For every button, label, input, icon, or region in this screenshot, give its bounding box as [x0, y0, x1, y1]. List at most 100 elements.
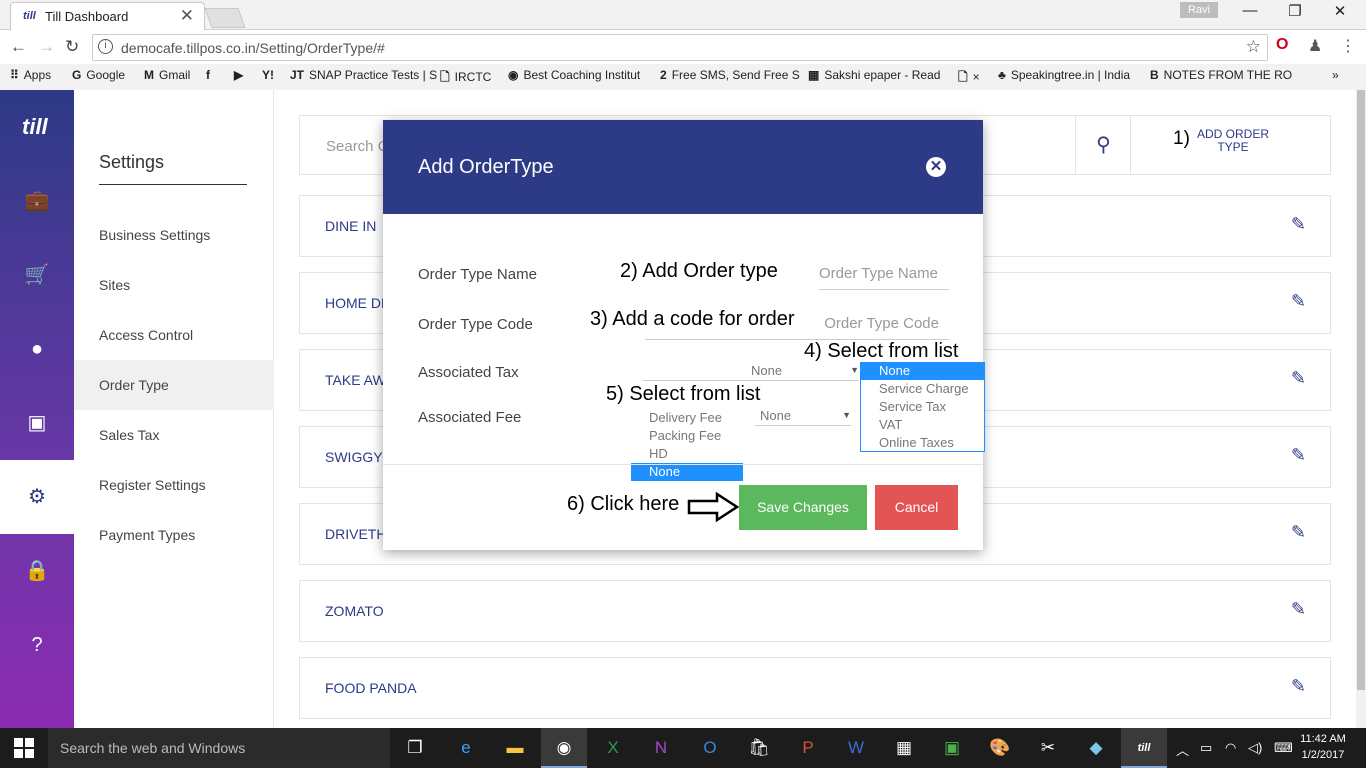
back-icon[interactable]: ← — [10, 37, 27, 57]
edit-icon[interactable]: ✎ — [1291, 676, 1306, 697]
edit-icon[interactable]: ✎ — [1291, 522, 1306, 543]
bookmark-star-icon[interactable]: ☆ — [1246, 37, 1261, 57]
help-icon[interactable]: ? — [0, 608, 74, 682]
associated-tax-select[interactable]: None ▼ — [643, 363, 859, 381]
edit-icon[interactable]: ✎ — [1291, 291, 1306, 312]
bookmark-item[interactable]: 2 Free SMS, Send Free S — [660, 68, 800, 82]
sidebar-item-sales-tax[interactable]: Sales Tax — [74, 410, 274, 460]
bookmark-item[interactable]: ▦ Sakshi epaper - Read — [808, 68, 940, 82]
bookmark-item[interactable]: M Gmail — [144, 68, 190, 82]
bookmarks-overflow-icon[interactable]: » — [1332, 68, 1339, 82]
forward-icon[interactable]: → — [38, 37, 55, 57]
opera-icon[interactable]: O — [1276, 36, 1288, 54]
outlook-icon[interactable]: O — [687, 728, 733, 768]
tax-option[interactable]: VAT — [861, 416, 984, 434]
new-tab-button[interactable] — [204, 8, 246, 28]
address-bar[interactable]: i democafe.tillpos.co.in/Setting/OrderTy… — [92, 34, 1268, 61]
battery-icon[interactable]: ▭ — [1200, 740, 1212, 756]
bookmark-item[interactable]: ◉ Best Coaching Institut — [508, 68, 640, 82]
notepad-icon[interactable]: ◆ — [1073, 728, 1119, 768]
powerpoint-icon[interactable]: P — [785, 728, 831, 768]
extension-icon[interactable]: ♟ — [1308, 36, 1322, 56]
bookmark-item[interactable]: f — [206, 68, 215, 82]
edit-icon[interactable]: ✎ — [1291, 368, 1306, 389]
info-icon[interactable]: i — [98, 39, 113, 54]
bookmark-item[interactable]: 🗋 IRCTC — [440, 68, 491, 89]
till-app-icon[interactable]: till — [1121, 728, 1167, 768]
associated-fee-select[interactable]: None ▼ — [755, 408, 851, 426]
bookmark-item[interactable]: G Google — [72, 68, 125, 82]
tax-option[interactable]: Service Tax — [861, 398, 984, 416]
search-icon[interactable]: ⚲ — [1075, 116, 1131, 174]
user-icon[interactable]: ● — [0, 312, 74, 386]
cancel-button[interactable]: Cancel — [875, 485, 958, 530]
tax-option[interactable]: Service Charge — [861, 380, 984, 398]
edit-icon[interactable]: ✎ — [1291, 599, 1306, 620]
edit-icon[interactable]: ✎ — [1291, 445, 1306, 466]
fee-option[interactable]: None — [631, 463, 743, 481]
onenote-icon[interactable]: N — [638, 728, 684, 768]
profile-button[interactable]: Ravi — [1180, 2, 1218, 18]
reload-icon[interactable]: ↻ — [65, 37, 79, 57]
restore-icon[interactable]: ❐ — [1281, 2, 1309, 20]
window-close-icon[interactable]: ✕ — [1326, 2, 1354, 20]
sidebar-item-business-settings[interactable]: Business Settings — [74, 210, 274, 260]
cart-icon[interactable]: 🛒 — [0, 238, 74, 312]
bookmark-item[interactable]: ⠿ Apps — [10, 68, 51, 82]
page-scrollbar[interactable] — [1356, 90, 1366, 728]
fee-option[interactable]: Packing Fee — [631, 427, 743, 445]
chart-icon[interactable]: ▣ — [0, 386, 74, 460]
search-input[interactable]: Search O — [326, 138, 389, 155]
taskbar-search-input[interactable]: Search the web and Windows — [48, 728, 390, 768]
calculator-icon[interactable]: ▦ — [881, 728, 927, 768]
tray-up-icon[interactable]: ︿ — [1176, 740, 1189, 759]
bookmark-item[interactable]: Y! — [262, 68, 279, 82]
excel-icon[interactable]: X — [590, 728, 636, 768]
bookmark-item[interactable]: ▶ — [234, 68, 248, 82]
sidebar-item-order-type[interactable]: Order Type — [74, 360, 274, 410]
tab-till-dashboard[interactable]: till Till Dashboard ✕ — [10, 2, 205, 30]
fee-options-dropdown[interactable]: Delivery Fee Packing Fee HD None — [631, 409, 743, 481]
taskbar-clock[interactable]: 11:42 AM 1/2/2017 — [1298, 731, 1348, 763]
sidebar-item-access-control[interactable]: Access Control — [74, 310, 274, 360]
bookmark-item[interactable]: B NOTES FROM THE RO — [1150, 68, 1292, 82]
gear-icon[interactable]: ⚙ — [0, 460, 74, 534]
edit-icon[interactable]: ✎ — [1291, 214, 1306, 235]
sidebar-item-payment-types[interactable]: Payment Types — [74, 510, 274, 560]
order-type-row[interactable]: ZOMATO ✎ — [299, 580, 1331, 642]
order-type-row[interactable]: FOOD PANDA ✎ — [299, 657, 1331, 719]
edge-icon[interactable]: e — [443, 728, 489, 768]
language-icon[interactable]: ⌨ — [1274, 740, 1293, 756]
fee-option[interactable]: Delivery Fee — [631, 409, 743, 427]
tax-option[interactable]: Online Taxes — [861, 434, 984, 452]
file-explorer-icon[interactable]: ▬ — [492, 728, 538, 768]
store-icon[interactable]: 🛍 — [736, 728, 782, 768]
scrollbar-thumb[interactable] — [1357, 90, 1365, 690]
word-icon[interactable]: W — [833, 728, 879, 768]
modal-close-icon[interactable]: ✕ — [926, 157, 946, 177]
windows-start-icon[interactable] — [14, 738, 34, 758]
bookmark-item[interactable]: 🗋 × — [958, 68, 980, 89]
volume-icon[interactable]: ◁) — [1248, 740, 1262, 756]
fee-option[interactable]: HD — [631, 445, 743, 463]
snipping-icon[interactable]: ✂ — [1025, 728, 1071, 768]
chrome-icon[interactable]: ◉ — [541, 728, 587, 768]
save-changes-button[interactable]: Save Changes — [739, 485, 867, 530]
task-view-icon[interactable]: ❐ — [392, 728, 438, 768]
tax-options-dropdown[interactable]: None Service Charge Service Tax VAT Onli… — [860, 362, 985, 452]
close-tab-icon[interactable]: ✕ — [180, 6, 194, 26]
lock-icon[interactable]: 🔒 — [0, 534, 74, 608]
paint-icon[interactable]: 🎨 — [977, 728, 1023, 768]
order-type-name-input[interactable]: Order Type Name — [819, 264, 949, 290]
add-order-type-button[interactable]: 1) ADD ORDER TYPE — [1130, 116, 1332, 174]
tax-option[interactable]: None — [861, 362, 984, 380]
briefcase-icon[interactable]: 💼 — [0, 164, 74, 238]
minimize-icon[interactable]: — — [1236, 2, 1264, 19]
bookmark-item[interactable]: JT SNAP Practice Tests | S — [290, 68, 437, 82]
app-icon[interactable]: ▣ — [929, 728, 975, 768]
url-text[interactable]: democafe.tillpos.co.in/Setting/OrderType… — [121, 40, 385, 56]
bookmark-item[interactable]: ♣ Speakingtree.in | India — [998, 68, 1130, 82]
sidebar-item-sites[interactable]: Sites — [74, 260, 274, 310]
wifi-icon[interactable]: ◠ — [1225, 740, 1236, 756]
sidebar-item-register-settings[interactable]: Register Settings — [74, 460, 274, 510]
